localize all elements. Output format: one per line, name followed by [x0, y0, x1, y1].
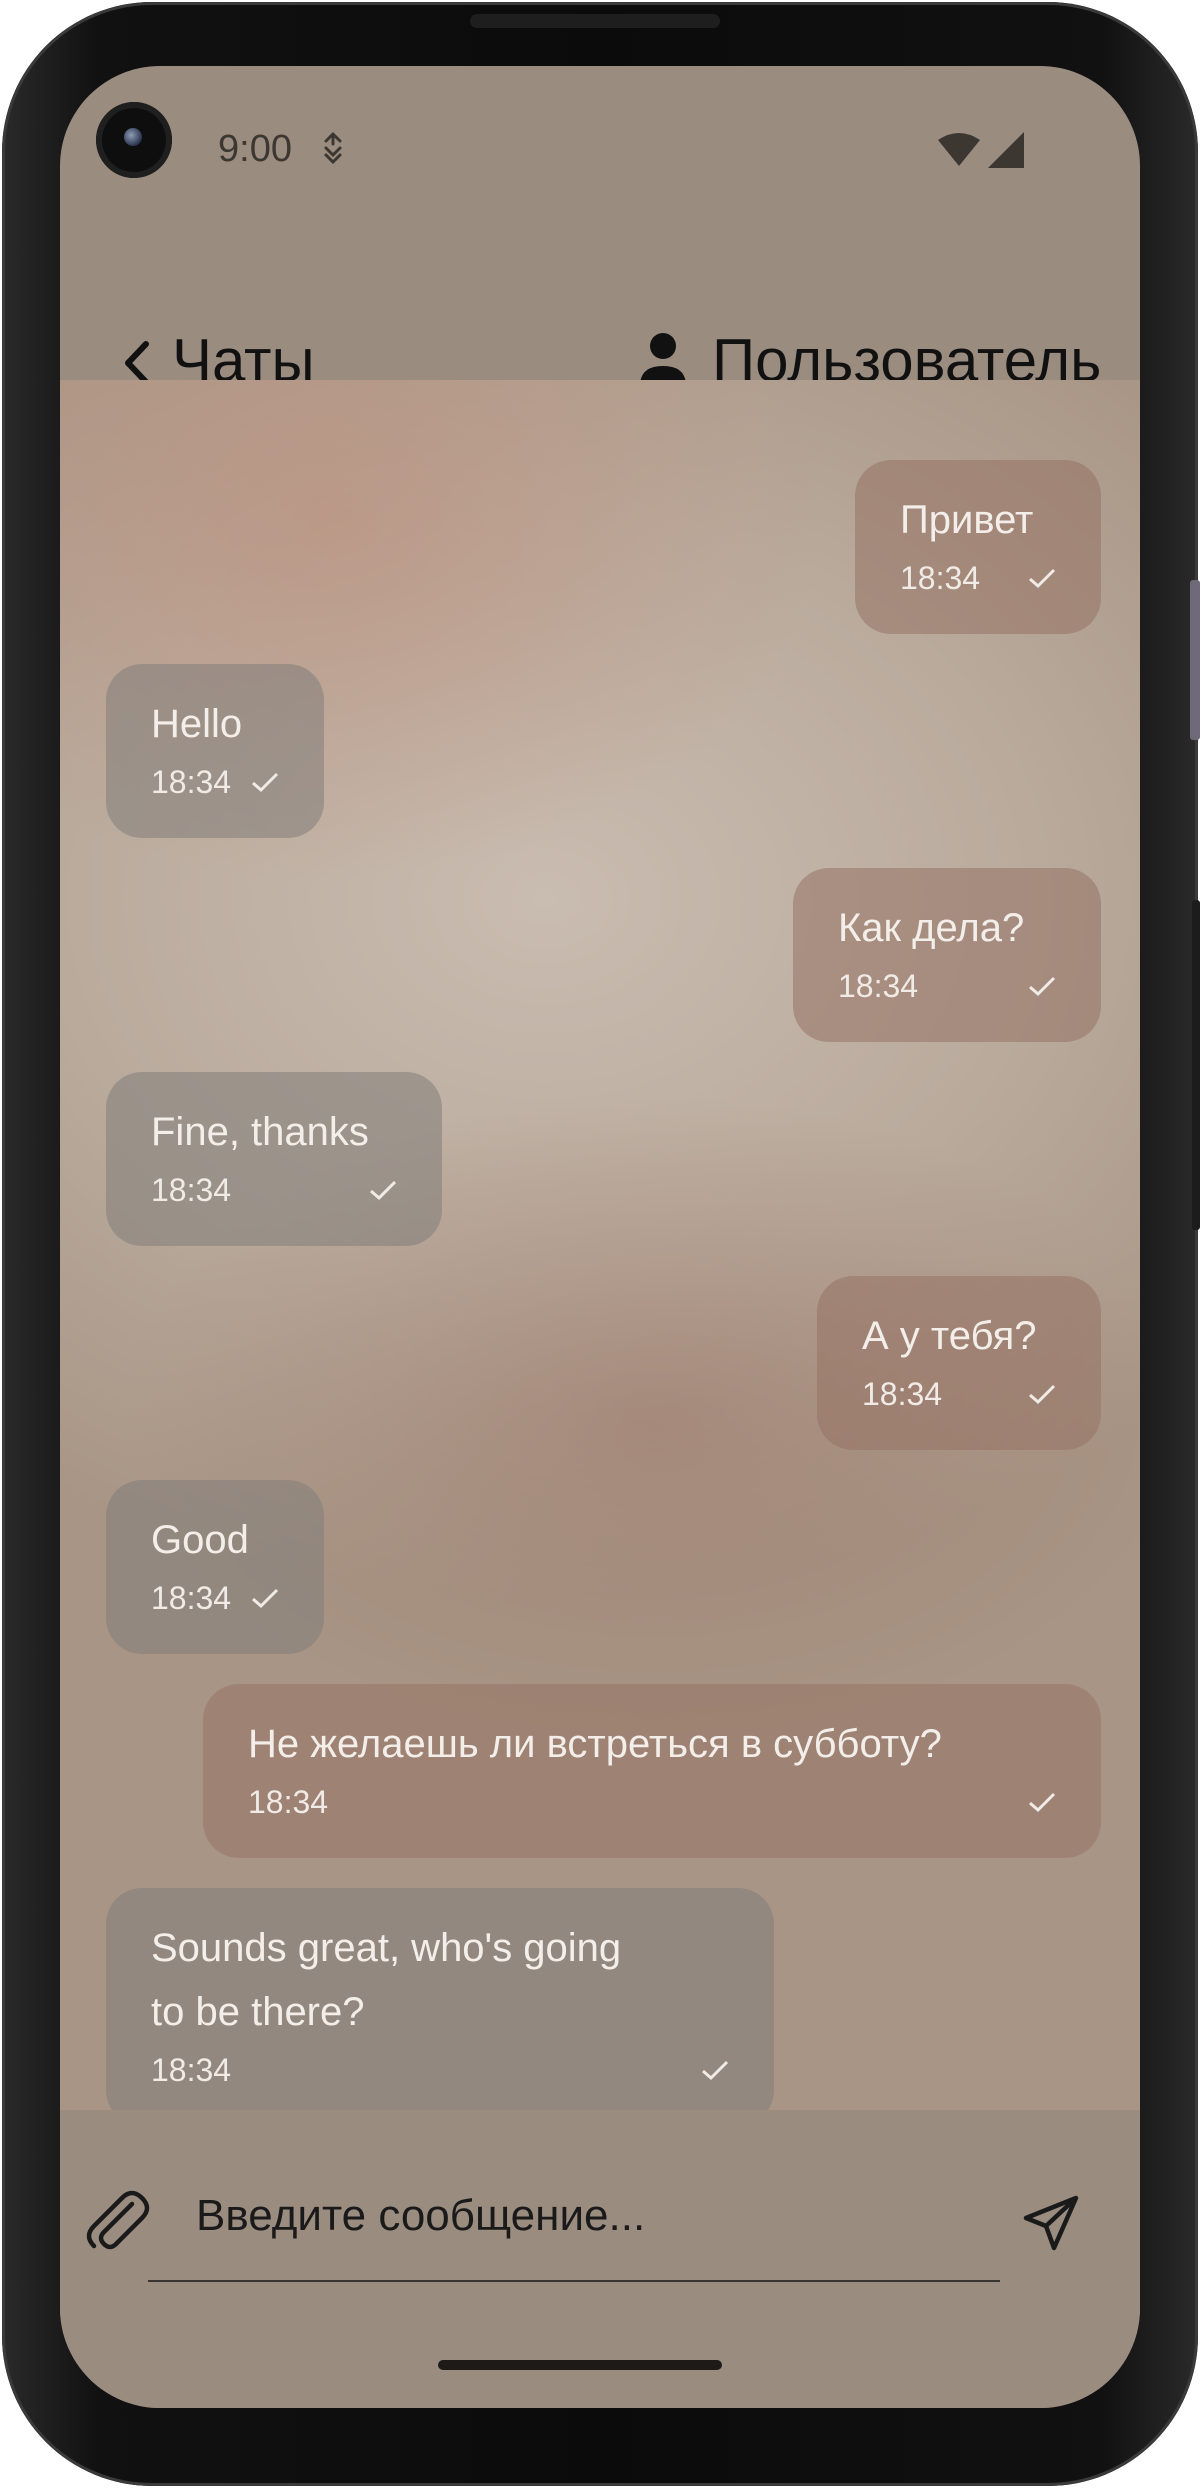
check-icon	[370, 1180, 397, 1201]
message-text: Как дела?	[838, 906, 1025, 950]
front-camera	[96, 102, 172, 178]
message-text: Good	[151, 1518, 249, 1562]
message-text: Не желаешь ли встреться в субботу?	[248, 1722, 942, 1766]
message-composer	[60, 2110, 1140, 2408]
cell-data-icon	[324, 132, 342, 165]
message-time: 18:34	[151, 764, 232, 800]
message-time: 18:34	[248, 1784, 329, 1820]
check-icon	[702, 2060, 729, 2081]
message-bubble-outgoing[interactable]: Привет 18:34	[855, 460, 1101, 634]
message-time: 18:34	[151, 1580, 232, 1616]
power-button	[1192, 900, 1200, 1230]
message-text: А у тебя?	[862, 1314, 1037, 1358]
message-bubble-incoming[interactable]: Good 18:34	[106, 1480, 324, 1654]
message-text: Привет	[900, 498, 1034, 542]
input-underline	[148, 2280, 1000, 2282]
check-icon	[252, 772, 279, 793]
message-bubble-incoming[interactable]: Fine, thanks 18:34	[106, 1072, 442, 1246]
message-time: 18:34	[838, 968, 919, 1004]
speaker-grille	[470, 14, 720, 28]
volume-button	[1190, 580, 1200, 740]
message-text: Sounds great, who's going to be there?	[151, 1926, 622, 2034]
message-time: 18:34	[862, 1376, 943, 1412]
message-text: Fine, thanks	[151, 1110, 369, 1154]
check-icon	[1029, 1384, 1056, 1405]
send-icon[interactable]	[1022, 2194, 1080, 2252]
check-icon	[1029, 568, 1056, 589]
message-bubble-incoming[interactable]: Sounds great, who's going to be there? 1…	[106, 1888, 774, 2110]
paperclip-icon[interactable]	[80, 2186, 150, 2256]
message-time: 18:34	[151, 2052, 232, 2088]
check-icon	[1029, 1792, 1056, 1813]
message-bubble-outgoing[interactable]: А у тебя? 18:34	[817, 1276, 1101, 1450]
message-time: 18:34	[900, 560, 981, 596]
wifi-icon	[938, 133, 980, 166]
check-icon	[1029, 976, 1056, 997]
message-bubble-outgoing[interactable]: Как дела? 18:34	[793, 868, 1101, 1042]
phone-screen: 9:00 Чаты Пользователь Привет 18:34 Hell…	[60, 66, 1140, 2408]
message-bubble-incoming[interactable]: Hello 18:34	[106, 664, 324, 838]
message-list[interactable]: Привет 18:34 Hello 18:34 Как дела? 18:34…	[60, 380, 1140, 2110]
message-time: 18:34	[151, 1172, 232, 1208]
home-indicator[interactable]	[438, 2360, 722, 2370]
status-time: 9:00	[218, 128, 292, 170]
message-bubble-outgoing[interactable]: Не желаешь ли встреться в субботу? 18:34	[203, 1684, 1101, 1858]
check-icon	[252, 1588, 279, 1609]
message-input[interactable]	[194, 2170, 978, 2262]
signal-icon	[988, 132, 1024, 168]
message-text: Hello	[151, 702, 243, 746]
